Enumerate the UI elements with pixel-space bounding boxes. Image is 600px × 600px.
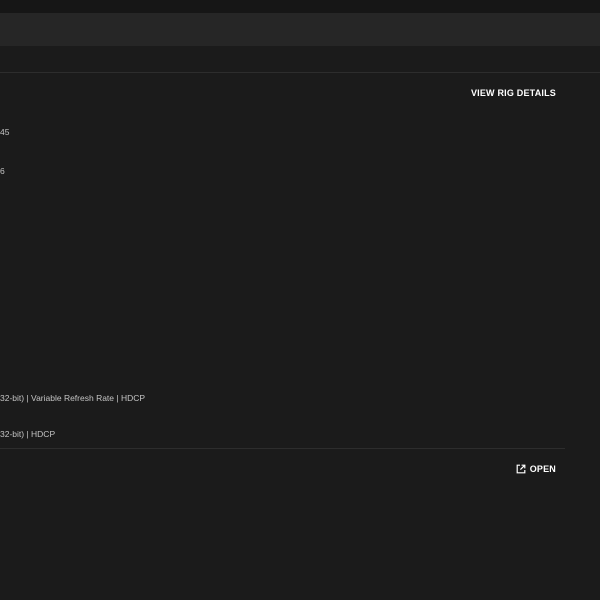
view-rig-details-button[interactable]: VIEW RIG DETAILS	[471, 88, 556, 98]
spec-display-features-2: 32-bit) | HDCP	[0, 429, 56, 439]
spec-value-1: 45	[0, 127, 10, 137]
open-button[interactable]: OPEN	[516, 464, 556, 474]
section-divider-bottom	[0, 448, 565, 449]
external-link-icon	[516, 464, 526, 474]
app-window: VIEW RIG DETAILS 45 6 32-bit) | Variable…	[0, 0, 600, 600]
title-strip	[0, 0, 600, 13]
spec-display-features-1: 32-bit) | Variable Refresh Rate | HDCP	[0, 393, 146, 403]
section-divider-top	[0, 72, 600, 73]
view-rig-details-label: VIEW RIG DETAILS	[470, 88, 556, 98]
open-label: OPEN	[529, 464, 556, 474]
spec-value-2: 6	[0, 166, 5, 176]
header-bar	[0, 13, 600, 46]
